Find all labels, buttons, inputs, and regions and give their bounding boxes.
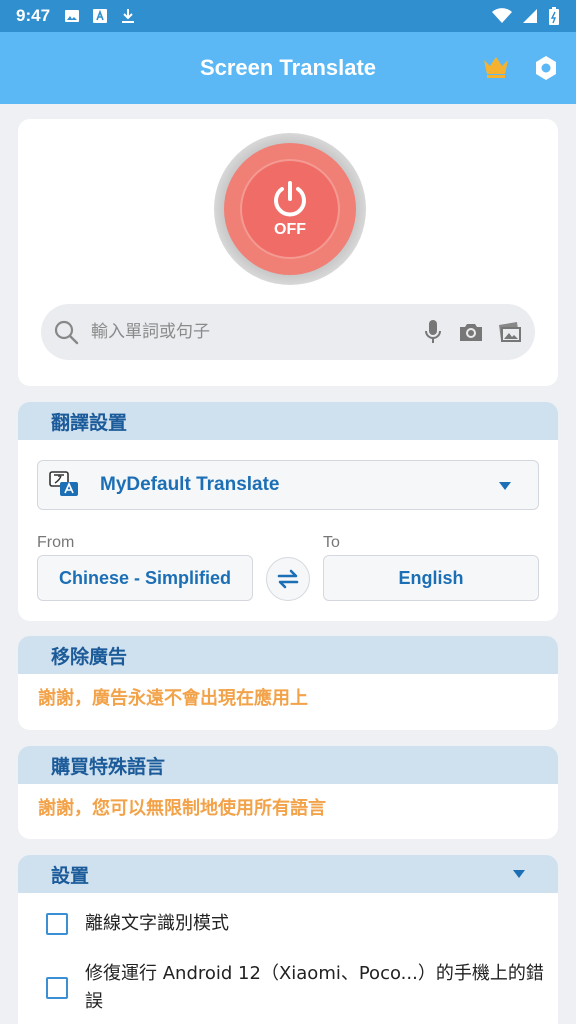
power-button[interactable]: OFF <box>240 159 340 259</box>
to-language-value: English <box>398 567 464 588</box>
settings-card: 設置 離線文字識別模式 修復運行 Android 12（Xiaomi、Poco.… <box>18 855 558 1024</box>
search-bar <box>41 304 535 360</box>
font-icon <box>93 9 108 23</box>
buy-languages-card: 購買特殊語言 謝謝，您可以無限制地使用所有語言 <box>18 746 558 839</box>
translation-engine-name: MyDefault Translate <box>100 474 280 495</box>
status-time: 9:47 <box>16 6 51 25</box>
wifi-icon <box>492 8 512 23</box>
buy-languages-message: 謝謝，您可以無限制地使用所有語言 <box>38 798 326 819</box>
remove-ads-card: 移除廣告 謝謝，廣告永遠不會出現在應用上 <box>18 636 558 730</box>
settings-header[interactable]: 設置 <box>18 855 558 893</box>
power-state-label: OFF <box>274 221 306 238</box>
buy-languages-title: 購買特殊語言 <box>51 755 166 778</box>
microphone-icon <box>425 320 441 343</box>
battery-icon <box>549 7 559 25</box>
from-label: From <box>37 534 75 551</box>
translate-icon <box>49 471 78 496</box>
chevron-down-icon <box>513 870 525 878</box>
microphone-button[interactable] <box>419 318 447 346</box>
status-bar: 9:47 <box>0 0 576 32</box>
to-language-selector[interactable]: English <box>323 555 539 601</box>
power-card: OFF <box>18 119 558 386</box>
image-icon <box>65 10 80 22</box>
android12-fix-checkbox[interactable] <box>46 977 68 999</box>
dropdown-arrow-icon <box>499 482 511 490</box>
translation-settings-title: 翻譯設置 <box>51 411 128 434</box>
section-header: 翻譯設置 <box>18 402 558 440</box>
section-header: 移除廣告 <box>18 636 558 674</box>
download-icon <box>122 9 135 23</box>
image-translate-button[interactable] <box>495 318 523 346</box>
from-language-value: Chinese - Simplified <box>58 567 232 588</box>
section-header: 購買特殊語言 <box>18 746 558 784</box>
app-title: Screen Translate <box>199 55 377 80</box>
crown-icon[interactable] <box>482 54 510 80</box>
settings-icon[interactable] <box>532 54 560 82</box>
setting-offline-ocr[interactable]: 離線文字識別模式 <box>46 913 229 938</box>
camera-icon <box>460 324 482 341</box>
setting-label: 離線文字識別模式 <box>85 913 229 934</box>
signal-icon <box>523 9 537 23</box>
setting-android12-fix[interactable]: 修復運行 Android 12（Xiaomi、Poco...）的手機上的錯誤 <box>46 960 556 1016</box>
search-icon <box>54 320 79 345</box>
translation-settings-card: 翻譯設置 MyDefault Translate From To Chinese… <box>18 402 558 621</box>
power-icon <box>274 181 306 217</box>
to-label: To <box>323 534 340 551</box>
translation-engine-dropdown[interactable]: MyDefault Translate <box>37 460 539 510</box>
settings-title: 設置 <box>51 864 90 887</box>
remove-ads-title: 移除廣告 <box>51 645 128 668</box>
remove-ads-message: 謝謝，廣告永遠不會出現在應用上 <box>38 688 308 709</box>
search-input[interactable] <box>91 322 409 342</box>
camera-button[interactable] <box>457 318 485 346</box>
offline-ocr-checkbox[interactable] <box>46 913 68 935</box>
swap-icon <box>277 569 299 589</box>
from-language-selector[interactable]: Chinese - Simplified <box>37 555 253 601</box>
image-icon <box>499 322 521 342</box>
app-bar: Screen Translate <box>0 32 576 104</box>
swap-languages-button[interactable] <box>266 557 310 601</box>
setting-label: 修復運行 Android 12（Xiaomi、Poco...）的手機上的錯誤 <box>85 963 544 1012</box>
